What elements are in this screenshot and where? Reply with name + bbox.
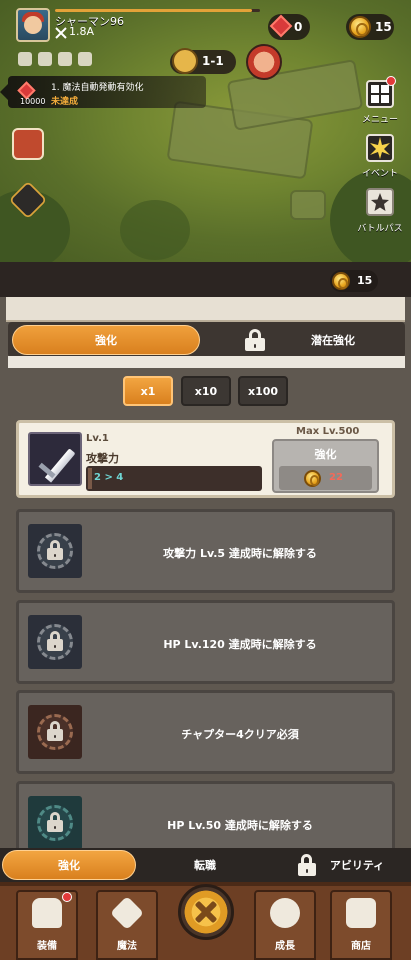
locked-card-text: チャプター4クリア必須 bbox=[181, 728, 299, 741]
locked-slot-icon bbox=[28, 705, 82, 759]
padlock-icon bbox=[47, 812, 63, 832]
potion-icon[interactable] bbox=[58, 52, 72, 66]
upgrade-level: Lv.1 bbox=[86, 433, 109, 444]
quest-title: 1. 魔法自動発動有効化 bbox=[51, 83, 144, 93]
armor-icon bbox=[32, 898, 62, 928]
tab-divider bbox=[8, 356, 405, 368]
locked-card-text: HP Lv.120 達成時に解除する bbox=[163, 638, 317, 651]
lock-icon bbox=[245, 329, 265, 351]
padlock-icon bbox=[47, 721, 63, 741]
buff-icon[interactable] bbox=[18, 52, 32, 66]
subtab-job-change[interactable]: 転職 bbox=[140, 850, 270, 880]
stage-label: 1-1 bbox=[202, 54, 224, 68]
cost-coin-icon bbox=[304, 470, 321, 487]
tab-upgrade[interactable]: 強化 bbox=[12, 325, 200, 355]
status-icons bbox=[18, 52, 92, 66]
lock-icon bbox=[297, 854, 316, 876]
nav-equipment-label: 装備 bbox=[37, 941, 57, 952]
xp-fill bbox=[55, 9, 252, 12]
crossed-swords-icon bbox=[55, 27, 67, 39]
max-level: Max Lv.500 bbox=[296, 426, 360, 437]
panel-coin-icon bbox=[332, 272, 350, 290]
subtab-ability[interactable]: アビリティ bbox=[276, 850, 406, 880]
multiplier-x10-button[interactable]: x10 bbox=[181, 376, 231, 406]
locked-slot-icon bbox=[28, 796, 82, 850]
event-burst-icon[interactable] bbox=[366, 134, 394, 162]
upgrade-cost-box bbox=[279, 466, 372, 490]
quest-status: 未達成 bbox=[51, 97, 79, 107]
stat-change-marker bbox=[88, 468, 92, 489]
upgrade-stat-name: 攻撃力 bbox=[86, 452, 119, 465]
battle-pass-label: バトルパス bbox=[357, 224, 403, 234]
event-burst-glyph bbox=[370, 137, 390, 159]
avatar-face bbox=[24, 16, 42, 34]
battle-pass-star-icon[interactable] bbox=[366, 188, 394, 216]
equipment-notification-dot bbox=[62, 892, 72, 902]
event-label: イベント bbox=[361, 169, 398, 179]
locked-card-text: 攻撃力 Lv.5 達成時に解除する bbox=[163, 547, 317, 560]
coin-count: 15 bbox=[375, 20, 392, 34]
gift-chest-icon[interactable] bbox=[12, 128, 44, 160]
padlock-icon bbox=[47, 631, 63, 651]
multiplier-x100-button[interactable]: x100 bbox=[238, 376, 288, 406]
xp-bar bbox=[55, 9, 260, 12]
subtab-upgrade[interactable]: 強化 bbox=[2, 850, 136, 880]
battle-center-icon bbox=[193, 899, 219, 925]
shop-bag-icon bbox=[346, 898, 376, 928]
boss-portrait-icon[interactable] bbox=[246, 44, 282, 80]
panel-coin-count: 15 bbox=[357, 274, 373, 287]
menu-notification-dot bbox=[386, 76, 396, 86]
multiplier-x1-button[interactable]: x1 bbox=[123, 376, 173, 406]
nav-magic-label: 魔法 bbox=[117, 941, 137, 952]
upgrade-button-label: 強化 bbox=[314, 448, 337, 461]
top-hud: シャーマン96 1.8A 0 15 bbox=[0, 0, 411, 44]
stone-block bbox=[290, 190, 326, 220]
locked-slot-icon bbox=[28, 615, 82, 669]
gold-coin-icon bbox=[349, 16, 371, 38]
nav-growth-label: 成長 bbox=[275, 941, 295, 952]
stage-map-icon bbox=[172, 48, 198, 74]
growth-emblem-icon bbox=[270, 898, 300, 928]
sword-icon bbox=[28, 432, 82, 486]
quest-reward: 10000 bbox=[20, 97, 46, 106]
tab-potential-label: 潜在強化 bbox=[311, 334, 355, 347]
battle-pass-glyph bbox=[371, 193, 389, 211]
gem-count: 0 bbox=[294, 20, 303, 34]
upgrade-cost: 22 bbox=[329, 472, 343, 483]
stat-change-value: 2 > 4 bbox=[94, 472, 124, 483]
subtab-ability-label: アビリティ bbox=[329, 859, 385, 872]
locked-card-text: HP Lv.50 達成時に解除する bbox=[167, 819, 313, 832]
player-avatar[interactable] bbox=[16, 8, 50, 42]
parchment-strip bbox=[6, 297, 405, 322]
warning-icon[interactable] bbox=[78, 52, 92, 66]
tab-potential-upgrade[interactable]: 潜在強化 bbox=[200, 325, 400, 355]
combat-power: 1.8A bbox=[69, 25, 95, 38]
locked-slot-icon bbox=[28, 524, 82, 578]
coin-stack-icon[interactable] bbox=[38, 52, 52, 66]
menu-label: メニュー bbox=[361, 115, 398, 125]
padlock-icon bbox=[47, 540, 63, 560]
bush bbox=[120, 200, 190, 260]
nav-shop-label: 商店 bbox=[351, 941, 371, 952]
